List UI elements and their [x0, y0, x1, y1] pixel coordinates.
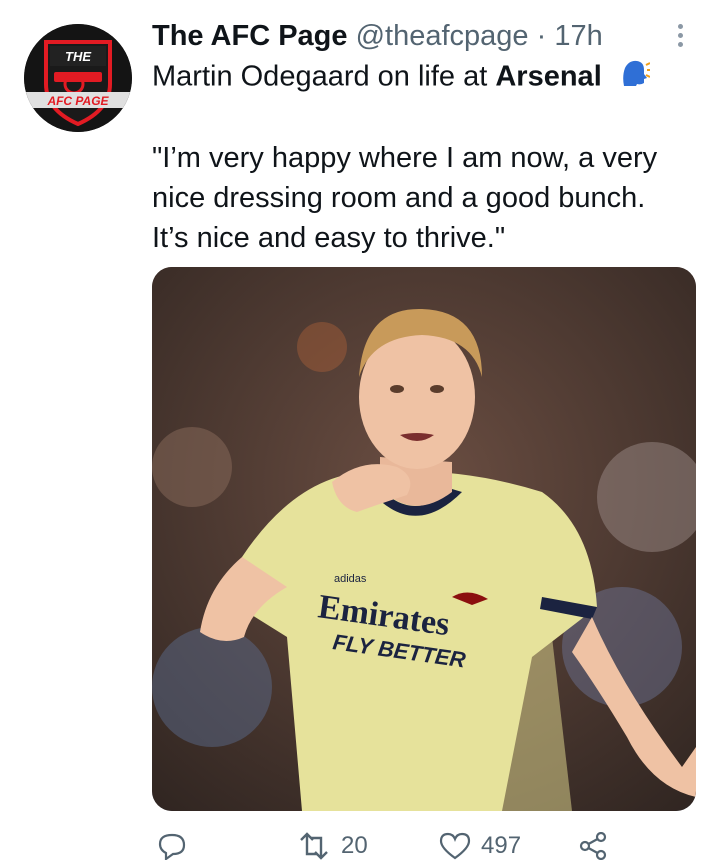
intro-text: Martin Odegaard on life at [152, 60, 496, 93]
tweet-quote: "I’m very happy where I am now, a very n… [152, 138, 712, 258]
tweet-intro: Martin Odegaard on life at Arsenal [152, 56, 651, 100]
share-icon [579, 832, 607, 860]
svg-text:AFC PAGE: AFC PAGE [46, 94, 109, 108]
separator-dot: · [536, 20, 547, 52]
intro-bold: Arsenal [495, 60, 602, 93]
tweet-header: The AFC Page @theafcpage · 17h [152, 18, 603, 54]
reply-icon [158, 833, 186, 860]
timestamp[interactable]: 17h [554, 20, 602, 52]
afc-page-logo: THE AFC PAGE [24, 24, 132, 132]
quote-line: "I’m very happy where I am now, a very [152, 142, 658, 174]
tweet-photo[interactable]: adidas Emirates FLY BETTER [152, 267, 696, 811]
user-handle[interactable]: @theafcpage [356, 20, 529, 52]
brand-text: adidas [334, 573, 367, 585]
display-name[interactable]: The AFC Page [152, 20, 348, 52]
retweet-count: 20 [341, 832, 368, 859]
like-button[interactable]: 497 [439, 832, 521, 860]
svg-text:THE: THE [65, 49, 91, 64]
retweet-icon [300, 832, 328, 860]
retweet-button[interactable]: 20 [297, 832, 368, 860]
heart-icon [439, 832, 471, 860]
tweet-actions: 20 497 [152, 826, 712, 862]
avatar[interactable]: THE AFC PAGE [24, 24, 132, 132]
like-count: 497 [481, 832, 522, 859]
player-photo: adidas Emirates FLY BETTER [152, 267, 696, 811]
quote-line: nice dressing room and a good bunch. [152, 182, 646, 214]
speaking-head-icon [616, 56, 651, 100]
quote-line: It’s nice and easy to thrive." [152, 222, 506, 254]
more-options-icon[interactable] [670, 20, 690, 50]
share-button[interactable] [578, 832, 618, 860]
reply-button[interactable] [158, 832, 196, 860]
